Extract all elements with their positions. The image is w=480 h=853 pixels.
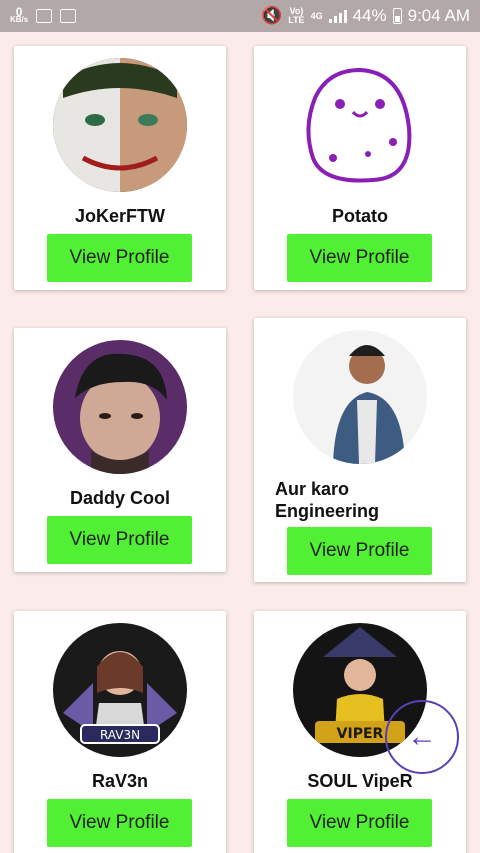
back-button[interactable]: ← xyxy=(385,700,459,774)
profile-card: Aur karo Engineering View Profile xyxy=(254,318,466,582)
potato-avatar xyxy=(293,58,427,192)
view-profile-button[interactable]: View Profile xyxy=(47,516,192,564)
status-bar: 0 KB/s 🔇 Vo) LTE 4G 44% 9:04 AM xyxy=(0,0,480,32)
view-profile-button[interactable]: View Profile xyxy=(287,527,432,575)
profile-name: RaV3n xyxy=(91,771,149,791)
view-profile-button[interactable]: View Profile xyxy=(47,799,192,847)
view-profile-button[interactable]: View Profile xyxy=(287,234,432,282)
profile-name: SOUL VipeR xyxy=(307,771,413,791)
cartoon-man-avatar xyxy=(53,340,187,474)
rav3n-gamer-avatar: RAV3N xyxy=(53,623,187,757)
profile-name: Potato xyxy=(332,206,388,226)
profile-name: Aur karo Engineering xyxy=(275,479,380,521)
signal-icon xyxy=(328,9,347,23)
man-denim-jacket-avatar xyxy=(293,330,427,464)
profile-card: Daddy Cool View Profile xyxy=(14,328,226,572)
profile-card: RAV3N RaV3n View Profile xyxy=(14,611,226,853)
svg-text:VIPER: VIPER xyxy=(337,726,384,742)
app-notification-icon xyxy=(60,9,77,23)
profile-card: Potato View Profile xyxy=(254,46,466,290)
battery-icon xyxy=(392,8,402,24)
view-profile-button[interactable]: View Profile xyxy=(287,799,432,847)
clock: 9:04 AM xyxy=(407,6,470,25)
arrow-left-icon: ← xyxy=(407,720,437,753)
profile-name: JoKerFTW xyxy=(75,206,165,226)
profile-name: Daddy Cool xyxy=(69,488,170,508)
joker-avatar xyxy=(53,58,187,192)
volte-indicator: Vo) LTE xyxy=(288,6,305,25)
mute-icon: 🔇 xyxy=(261,6,283,25)
profile-card: JoKerFTW View Profile xyxy=(14,46,226,290)
network-type: 4G xyxy=(310,10,323,21)
view-profile-button[interactable]: View Profile xyxy=(47,234,192,282)
data-rate-indicator: 0 KB/s xyxy=(10,5,29,24)
svg-text:RAV3N: RAV3N xyxy=(100,728,140,742)
battery-percent: 44% xyxy=(352,6,387,25)
gallery-notification-icon xyxy=(36,9,53,23)
